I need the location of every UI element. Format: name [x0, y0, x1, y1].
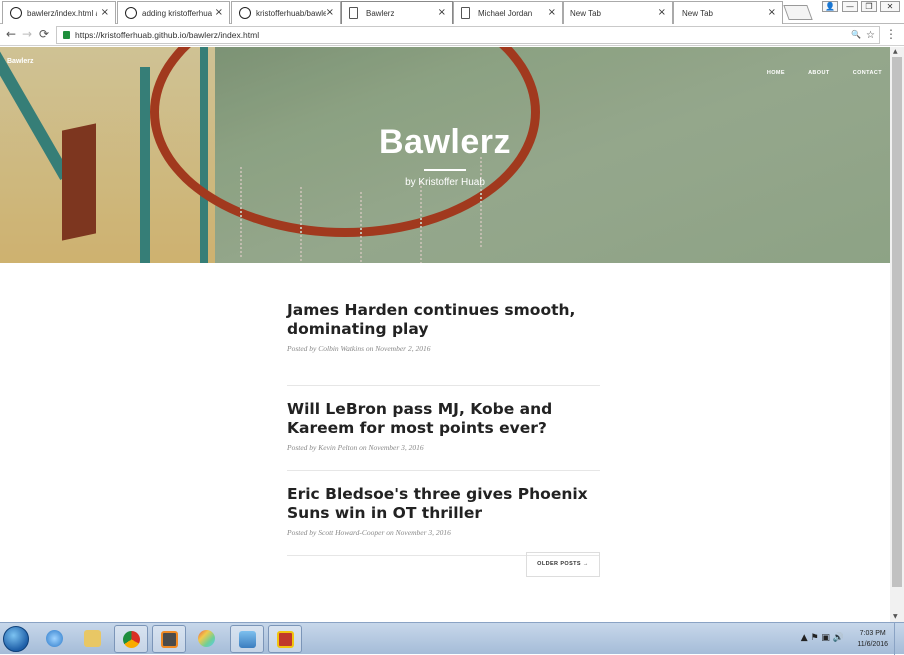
post-meta: Posted by Scott Howard-Cooper on Novembe…	[287, 528, 451, 537]
address-bar[interactable]: https://kristofferhuab.github.io/bawlerz…	[56, 26, 880, 44]
tab-github-repo[interactable]: kristofferhuab/bawler ×	[231, 1, 341, 24]
close-icon[interactable]: ×	[101, 7, 109, 18]
post-preview: Will LeBron pass MJ, Kobe and Kareem for…	[287, 386, 600, 471]
tab-new-tab-2[interactable]: New Tab ×	[673, 1, 783, 24]
page-icon	[461, 7, 470, 19]
show-desktop-button[interactable]	[894, 623, 904, 655]
menu-icon[interactable]: ⋮	[884, 27, 898, 41]
sublime-icon[interactable]	[152, 625, 186, 653]
tab-bawlerz[interactable]: Bawlerz ×	[341, 1, 453, 24]
paint-icon[interactable]	[190, 625, 224, 653]
start-button[interactable]	[3, 626, 29, 652]
title-divider	[424, 169, 466, 171]
new-tab-button[interactable]	[783, 5, 813, 20]
post-preview: Eric Bledsoe's three gives Phoenix Suns …	[287, 471, 600, 556]
tab-strip: bawlerz/index.html at × adding kristoffe…	[0, 0, 904, 24]
post-title-link[interactable]: James Harden continues smooth, dominatin…	[287, 301, 600, 339]
tab-label: New Tab	[570, 9, 601, 18]
browser-toolbar: ← → ⟳ https://kristofferhuab.github.io/b…	[0, 24, 904, 46]
tab-label: kristofferhuab/bawler	[256, 9, 326, 18]
post-title-link[interactable]: Eric Bledsoe's three gives Phoenix Suns …	[287, 485, 600, 523]
forward-button[interactable]: →	[20, 27, 34, 41]
zoom-icon[interactable]: 🔍	[851, 30, 861, 39]
tab-label: Michael Jordan	[478, 9, 533, 18]
page-subtitle: by Kristoffer Huab	[405, 177, 485, 188]
close-icon[interactable]: ×	[658, 7, 666, 18]
clock-time: 7:03 PM	[859, 630, 886, 637]
minimize-button[interactable]: —	[842, 1, 858, 12]
hero-header: Bawlerz HOME ABOUT CONTACT Bawlerz by Kr…	[0, 47, 890, 263]
post-meta: Posted by Kevin Pelton on November 3, 20…	[287, 443, 424, 452]
web-page: Bawlerz HOME ABOUT CONTACT Bawlerz by Kr…	[0, 47, 890, 622]
windows-taskbar: ▲ ⚑ ▣ 🔊 7:03 PM 11/6/2016	[0, 622, 904, 655]
site-nav: HOME ABOUT CONTACT	[749, 59, 882, 78]
page-icon	[349, 7, 358, 19]
nav-home[interactable]: HOME	[767, 70, 785, 76]
reload-button[interactable]: ⟳	[37, 27, 51, 41]
nav-about[interactable]: ABOUT	[808, 70, 830, 76]
tab-github-index[interactable]: bawlerz/index.html at ×	[2, 1, 116, 24]
post-meta: Posted by Colbin Watkins on November 2, …	[287, 344, 431, 353]
post-list: James Harden continues smooth, dominatin…	[287, 301, 600, 556]
post-preview: James Harden continues smooth, dominatin…	[287, 301, 600, 386]
tab-label: adding kristofferhuab	[142, 9, 212, 18]
github-icon	[125, 7, 137, 19]
tab-label: New Tab	[682, 9, 713, 18]
internet-explorer-icon[interactable]	[38, 625, 72, 653]
bookmark-star-icon[interactable]: ☆	[866, 30, 875, 41]
back-button[interactable]: ←	[4, 27, 18, 41]
scroll-down-icon[interactable]: ▼	[893, 613, 898, 620]
page-title: Bawlerz	[379, 123, 511, 161]
post-title-link[interactable]: Will LeBron pass MJ, Kobe and Kareem for…	[287, 400, 600, 438]
close-window-button[interactable]: ✕	[880, 1, 900, 12]
system-tray[interactable]: ▲ ⚑ ▣ 🔊	[801, 633, 844, 643]
scroll-thumb[interactable]	[892, 57, 902, 587]
tab-new-tab-1[interactable]: New Tab ×	[563, 1, 673, 24]
user-icon[interactable]: 👤	[822, 1, 838, 12]
url-text[interactable]: https://kristofferhuab.github.io/bawlerz…	[75, 30, 259, 40]
older-posts-button[interactable]: OLDER POSTS →	[526, 552, 600, 577]
close-icon[interactable]: ×	[438, 7, 446, 18]
tab-label: bawlerz/index.html at	[27, 9, 97, 18]
image-viewer-icon[interactable]	[230, 625, 264, 653]
github-icon	[10, 7, 22, 19]
lock-icon	[63, 31, 70, 39]
close-icon[interactable]: ×	[548, 7, 556, 18]
close-icon[interactable]: ×	[326, 7, 334, 18]
page-scrollbar[interactable]: ▲ ▼	[890, 47, 904, 622]
close-icon[interactable]: ×	[215, 7, 223, 18]
scroll-up-icon[interactable]: ▲	[893, 48, 898, 55]
tab-label: Bawlerz	[366, 9, 395, 18]
site-brand[interactable]: Bawlerz	[7, 58, 33, 65]
clock[interactable]: 7:03 PM 11/6/2016	[857, 628, 888, 650]
chrome-icon[interactable]	[114, 625, 148, 653]
folder-icon[interactable]	[76, 625, 110, 653]
maximize-button[interactable]: ❐	[861, 1, 877, 12]
nav-contact[interactable]: CONTACT	[853, 70, 882, 76]
tab-github-adding[interactable]: adding kristofferhuab ×	[117, 1, 230, 24]
app-icon[interactable]	[268, 625, 302, 653]
close-icon[interactable]: ×	[768, 7, 776, 18]
clock-date: 11/6/2016	[857, 641, 888, 648]
github-icon	[239, 7, 251, 19]
tab-michael-jordan[interactable]: Michael Jordan ×	[453, 1, 563, 24]
